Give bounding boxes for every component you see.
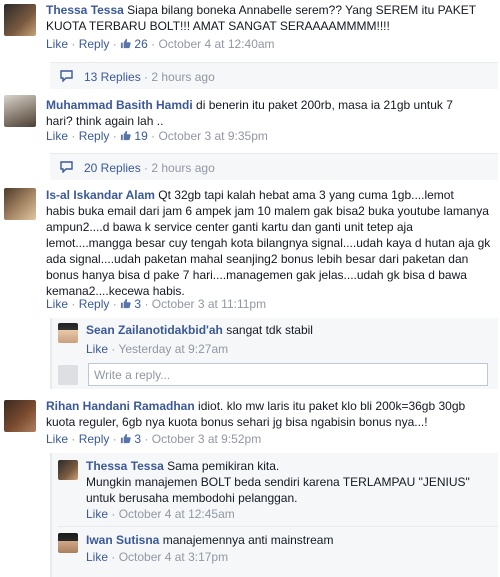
comment-meta: Like · Reply · 26 · October 4 at 12:40am (46, 37, 275, 51)
avatar[interactable] (58, 533, 78, 553)
comment-text: Siapa bilang boneka Annabelle serem?? Ya… (127, 3, 477, 17)
reply-text: sangat tdk stabil (226, 323, 313, 337)
comment-text-line: ada signal....udah paketan mahal seanjin… (46, 252, 469, 266)
like-link[interactable]: Like (46, 37, 68, 51)
commenter-name[interactable]: Iwan Sutisna (86, 533, 159, 547)
like-count[interactable]: 26 (120, 37, 151, 51)
thumbs-up-icon (120, 433, 131, 444)
reply-thread: Thessa Tessa Sama pemikiran kita. Mungki… (50, 453, 498, 577)
comment-timestamp[interactable]: October 3 at 9:35pm (158, 129, 267, 143)
reply-text: manajemennya anti mainstream (162, 533, 334, 547)
replies-timestamp: 2 hours ago (151, 161, 215, 175)
reply-link[interactable]: Reply (79, 297, 110, 311)
like-count[interactable]: 19 (120, 129, 151, 143)
like-link[interactable]: Like (86, 507, 108, 521)
comment-text-line: habis buka email dari jam 6 ampek jam 10… (46, 204, 489, 218)
commenter-name[interactable]: Muhammad Basith Hamdi (46, 98, 193, 112)
comment-text-line: bonus hanya bisa d pake 7 hari....manage… (46, 268, 467, 282)
comment-meta: Like · Reply · 3 · October 3 at 11:11pm (46, 297, 267, 311)
thumbs-up-icon (120, 298, 131, 309)
reply-text-line: Mungkin manajemen BOLT beda sendiri kare… (86, 475, 470, 489)
like-link[interactable]: Like (46, 432, 68, 446)
reply-meta: Like · Yesterday at 9:27am (86, 342, 229, 356)
like-link[interactable]: Like (46, 297, 68, 311)
view-replies-bar[interactable]: 20 Replies · 2 hours ago (50, 153, 498, 180)
comment-meta: Like · Reply · 19 · October 3 at 9:35pm (46, 129, 268, 143)
comment-meta: Like · Reply · 3 · October 3 at 9:52pm (46, 432, 262, 446)
like-count[interactable]: 3 (120, 297, 144, 311)
avatar[interactable] (58, 460, 78, 480)
view-replies-link[interactable]: 13 Replies (84, 70, 141, 84)
reply-text: Sama pemikiran kita. (167, 459, 280, 473)
comment-text-line: lemot....mangga besar cuy tengah kota bi… (46, 236, 491, 250)
reply-timestamp[interactable]: October 4 at 12:45am (119, 507, 235, 521)
comment-text: di benerin itu paket 200rb, masa ia 21gb… (196, 98, 453, 112)
avatar[interactable] (4, 400, 36, 432)
comment-timestamp[interactable]: October 4 at 12:40am (158, 37, 274, 51)
reply-timestamp[interactable]: October 4 at 3:17pm (119, 550, 228, 564)
reply-thread: Sean Zailanotidakbid'ah sangat tdk stabi… (50, 318, 498, 389)
reply-link[interactable]: Reply (79, 129, 110, 143)
current-user-avatar (58, 365, 78, 385)
comment-timestamp[interactable]: October 3 at 11:11pm (152, 297, 266, 311)
avatar[interactable] (58, 323, 78, 343)
like-link[interactable]: Like (46, 129, 68, 143)
like-count[interactable]: 3 (120, 432, 144, 446)
commenter-name[interactable]: Thessa Tessa (46, 3, 124, 17)
comment-text-cont: kuota reguler, 6gb nya kuota bonus sehar… (46, 415, 428, 429)
thumbs-up-icon (120, 130, 131, 141)
comment-text: Qt 32gb tapi kalah hebat ama 3 yang cuma… (158, 188, 454, 202)
commenter-name[interactable]: Rihan Handani Ramadhan (46, 399, 195, 413)
avatar[interactable] (4, 4, 36, 36)
reply-timestamp[interactable]: Yesterday at 9:27am (118, 342, 228, 356)
replies-timestamp: 2 hours ago (151, 70, 215, 84)
reply-link[interactable]: Reply (79, 37, 110, 51)
comment-text-cont: hari? think again lah .. (46, 114, 164, 128)
avatar[interactable] (4, 188, 36, 220)
reply-thread-icon (60, 161, 73, 173)
reply-link[interactable]: Reply (79, 432, 110, 446)
reply-text-line: untuk berusaha membodohi pelanggan. (86, 491, 298, 505)
like-link[interactable]: Like (86, 550, 108, 564)
view-replies-bar[interactable]: 13 Replies · 2 hours ago (50, 62, 498, 89)
avatar[interactable] (4, 95, 36, 127)
commenter-name[interactable]: Is-al Iskandar Alam (46, 188, 155, 202)
commenter-name[interactable]: Thessa Tessa (86, 459, 164, 473)
reply-meta: Like · October 4 at 12:45am (86, 507, 235, 521)
comment-text-cont: KUOTA TERBARU BOLT!!! AMAT SANGAT SERAAA… (46, 19, 390, 33)
comment-timestamp[interactable]: October 3 at 9:52pm (152, 432, 261, 446)
like-link[interactable]: Like (86, 342, 108, 356)
view-replies-link[interactable]: 20 Replies (84, 161, 141, 175)
reply-divider (58, 526, 498, 527)
comment-text: idiot. klo mw laris itu paket klo bli 20… (198, 399, 466, 413)
thumbs-up-icon (120, 38, 131, 49)
commenter-name[interactable]: Sean Zailanotidakbid'ah (86, 323, 223, 337)
write-reply-input[interactable]: Write a reply... (88, 363, 488, 386)
reply-thread-icon (60, 70, 73, 82)
comment-text-line: ampun2....d bawa k service center ganti … (46, 220, 413, 234)
reply-meta: Like · October 4 at 3:17pm (86, 550, 229, 564)
